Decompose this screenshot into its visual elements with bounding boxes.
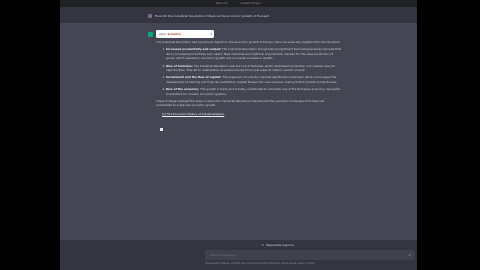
assistant-avatar xyxy=(148,32,153,37)
user-message-text: How did the Industrial Revolution influe… xyxy=(155,13,270,18)
intro-paragraph: The Industrial Revolution had a profound… xyxy=(156,40,341,44)
cursor-block-icon xyxy=(160,127,163,131)
conclusion-paragraph: These findings highlight the ways in whi… xyxy=(156,99,325,108)
send-icon[interactable]: ➤ xyxy=(408,253,411,257)
separator: · xyxy=(233,2,235,5)
user-avatar xyxy=(148,13,152,18)
list-item: Rise of the economy: The growth in trade… xyxy=(166,87,341,96)
footer-disclaimer: Free Research Preview. ChatGPT may produ… xyxy=(205,262,315,265)
list-item: Rise of factories: The Industrial Revolu… xyxy=(166,64,341,73)
top-bar: New chat · ChatGPT Plugins xyxy=(60,0,417,7)
item-title: Rise of factories: xyxy=(166,63,193,68)
insights-list: Increased productivity and output: The I… xyxy=(156,47,341,96)
refresh-icon: ↻ xyxy=(262,244,265,247)
chevron-down-icon[interactable]: ▾ xyxy=(210,32,212,36)
assistant-content: The Industrial Revolution had a profound… xyxy=(156,40,341,135)
plugin-label: Used xyxy=(159,32,166,36)
assistant-message: Used Scholarly ▾ The Industrial Revoluti… xyxy=(60,23,417,240)
reference-link[interactable]: [1] The Economic History of Industrializ… xyxy=(162,112,341,116)
plugin-name: Scholarly xyxy=(167,32,182,36)
regenerate-label: Regenerate response xyxy=(266,244,294,247)
item-title: Rise of the economy: xyxy=(166,87,200,92)
item-title: Increased productivity and output: xyxy=(166,47,222,52)
user-message: How did the Industrial Revolution influe… xyxy=(60,9,417,22)
plugin-used-badge[interactable]: Used Scholarly ▾ xyxy=(156,30,214,38)
list-item: Increased productivity and output: The I… xyxy=(166,47,341,60)
tab-plugins[interactable]: ChatGPT Plugins xyxy=(237,2,264,5)
item-title: Investment and the flow of capital: xyxy=(166,75,222,80)
regenerate-button[interactable]: ↻ Regenerate response xyxy=(262,243,294,248)
tab-new-chat[interactable]: New chat xyxy=(213,2,231,5)
message-input[interactable] xyxy=(209,252,403,258)
list-item: Investment and the flow of capital: The … xyxy=(166,75,341,84)
chat-app: New chat · ChatGPT Plugins How did the I… xyxy=(60,0,417,270)
message-input-bar: ➤ xyxy=(205,250,415,260)
